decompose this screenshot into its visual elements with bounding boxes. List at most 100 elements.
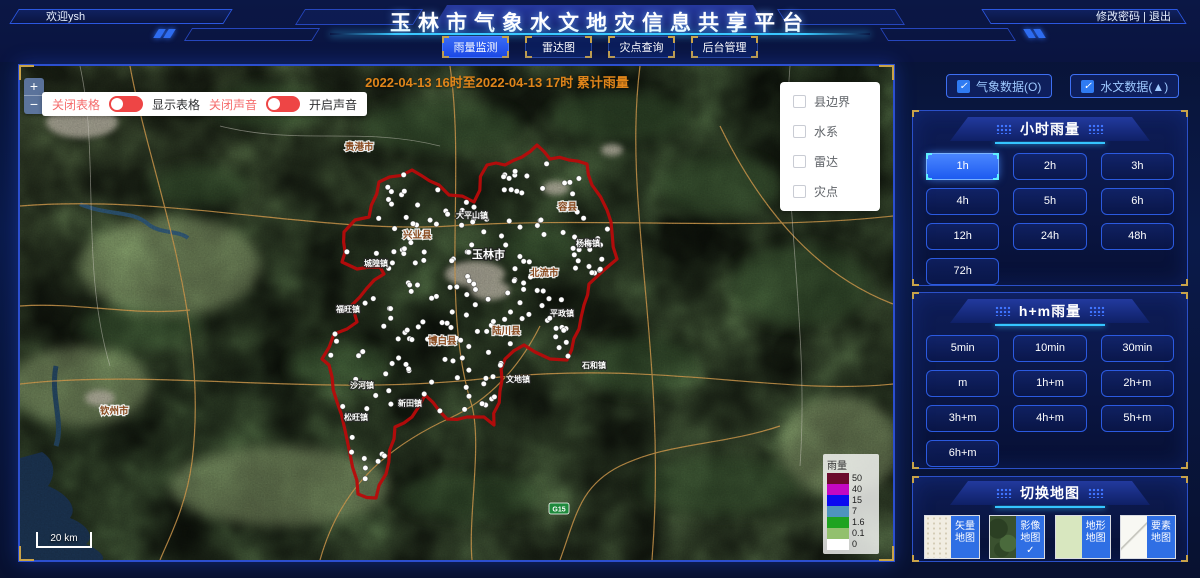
- nav-button[interactable]: 灾点查询: [608, 36, 675, 58]
- rain-station-dot[interactable]: [434, 221, 439, 226]
- rain-station-dot[interactable]: [540, 186, 545, 191]
- rain-station-dot[interactable]: [526, 312, 531, 317]
- rain-station-dot[interactable]: [481, 381, 486, 386]
- rain-station-dot[interactable]: [389, 201, 394, 206]
- rain-station-dot[interactable]: [356, 353, 361, 358]
- rain-station-dot[interactable]: [599, 257, 604, 262]
- hour-button-12h[interactable]: 12h: [926, 223, 999, 250]
- rain-station-dot[interactable]: [437, 408, 442, 413]
- rain-station-dot[interactable]: [567, 180, 572, 185]
- nav-button[interactable]: 雨量监测: [442, 36, 509, 58]
- rain-station-dot[interactable]: [415, 282, 420, 287]
- rain-station-dot[interactable]: [473, 302, 478, 307]
- basemap-option-vector[interactable]: 矢量地图: [925, 516, 979, 558]
- rain-station-dot[interactable]: [512, 278, 517, 283]
- rain-station-dot[interactable]: [462, 407, 467, 412]
- rain-station-dot[interactable]: [382, 453, 387, 458]
- rain-station-dot[interactable]: [349, 449, 354, 454]
- rain-station-dot[interactable]: [521, 280, 526, 285]
- rain-station-dot[interactable]: [509, 187, 514, 192]
- hour-button-24h[interactable]: 24h: [1013, 223, 1086, 250]
- rain-station-dot[interactable]: [486, 350, 491, 355]
- rain-station-dot[interactable]: [402, 246, 407, 251]
- nav-button[interactable]: 雷达图: [525, 36, 592, 58]
- rain-station-dot[interactable]: [541, 232, 546, 237]
- rain-station-dot[interactable]: [429, 296, 434, 301]
- rain-station-dot[interactable]: [517, 300, 522, 305]
- rain-station-dot[interactable]: [535, 288, 540, 293]
- hour-button-6h[interactable]: 6h: [1101, 188, 1174, 215]
- rain-station-dot[interactable]: [385, 185, 390, 190]
- rain-station-dot[interactable]: [458, 338, 463, 343]
- rain-station-dot[interactable]: [469, 242, 474, 247]
- rain-station-dot[interactable]: [581, 216, 586, 221]
- rain-station-dot[interactable]: [576, 258, 581, 263]
- rain-station-dot[interactable]: [464, 292, 469, 297]
- rain-station-dot[interactable]: [572, 252, 577, 257]
- zoom-out-button[interactable]: −: [24, 96, 44, 114]
- hm-button-5min[interactable]: 5min: [926, 335, 999, 362]
- rain-station-dot[interactable]: [429, 379, 434, 384]
- hour-button-4h[interactable]: 4h: [926, 188, 999, 215]
- rain-station-dot[interactable]: [553, 334, 558, 339]
- change-password-link[interactable]: 修改密码: [1096, 11, 1140, 23]
- checkbox-checked-icon[interactable]: ✓: [1081, 80, 1094, 93]
- rain-station-dot[interactable]: [396, 336, 401, 341]
- hour-button-3h[interactable]: 3h: [1101, 153, 1174, 180]
- rain-station-dot[interactable]: [449, 258, 454, 263]
- rain-station-dot[interactable]: [546, 296, 551, 301]
- rain-station-dot[interactable]: [527, 259, 532, 264]
- rain-station-dot[interactable]: [391, 249, 396, 254]
- rain-station-dot[interactable]: [503, 242, 508, 247]
- rain-station-dot[interactable]: [508, 309, 513, 314]
- rain-station-dot[interactable]: [505, 290, 510, 295]
- rain-station-dot[interactable]: [444, 321, 449, 326]
- rain-station-dot[interactable]: [454, 284, 459, 289]
- rain-station-dot[interactable]: [535, 223, 540, 228]
- rain-station-dot[interactable]: [514, 189, 519, 194]
- rain-station-dot[interactable]: [390, 260, 395, 265]
- rain-station-dot[interactable]: [538, 217, 543, 222]
- rain-station-dot[interactable]: [586, 264, 591, 269]
- rain-station-dot[interactable]: [541, 288, 546, 293]
- rain-station-dot[interactable]: [373, 393, 378, 398]
- satellite-map-canvas[interactable]: 大平山镇城隍镇杨梅镇福旺镇平政镇文地镇新田镇松旺镇沙河镇石和镇贵港市兴业县容县北…: [20, 66, 893, 560]
- rain-station-dot[interactable]: [466, 250, 471, 255]
- data-source-button[interactable]: ✓水文数据(▲): [1070, 74, 1179, 98]
- rain-station-dot[interactable]: [427, 217, 432, 222]
- rain-station-dot[interactable]: [388, 401, 393, 406]
- rain-station-dot[interactable]: [401, 251, 406, 256]
- hm-button-1hpm[interactable]: 1h+m: [1013, 370, 1086, 397]
- rain-station-dot[interactable]: [383, 371, 388, 376]
- rain-station-dot[interactable]: [589, 270, 594, 275]
- rain-station-dot[interactable]: [328, 353, 333, 358]
- rain-station-dot[interactable]: [479, 401, 484, 406]
- rain-station-dot[interactable]: [340, 404, 345, 409]
- rain-station-dot[interactable]: [388, 306, 393, 311]
- checkbox-unchecked-icon[interactable]: [793, 185, 806, 198]
- hm-button-2hpm[interactable]: 2h+m: [1101, 370, 1174, 397]
- rain-station-dot[interactable]: [410, 221, 415, 226]
- rain-station-dot[interactable]: [445, 212, 450, 217]
- rain-station-dot[interactable]: [381, 324, 386, 329]
- rain-station-dot[interactable]: [362, 300, 367, 305]
- rain-station-dot[interactable]: [439, 320, 444, 325]
- rain-station-dot[interactable]: [407, 282, 412, 287]
- rain-station-dot[interactable]: [562, 180, 567, 185]
- layer-option[interactable]: 县边界: [793, 93, 867, 110]
- rain-station-dot[interactable]: [517, 254, 522, 259]
- rain-station-dot[interactable]: [442, 357, 447, 362]
- hm-button-30min[interactable]: 30min: [1101, 335, 1174, 362]
- rain-station-dot[interactable]: [512, 266, 517, 271]
- rain-station-dot[interactable]: [450, 309, 455, 314]
- rain-station-dot[interactable]: [413, 260, 418, 265]
- rain-station-dot[interactable]: [507, 218, 512, 223]
- checkbox-unchecked-icon[interactable]: [793, 95, 806, 108]
- rain-station-dot[interactable]: [491, 319, 496, 324]
- toggle-switch[interactable]: [266, 96, 300, 112]
- hour-button-1h[interactable]: 1h: [926, 153, 999, 180]
- checkbox-checked-icon[interactable]: ✓: [957, 80, 970, 93]
- rain-station-dot[interactable]: [484, 329, 489, 334]
- hm-button-4hpm[interactable]: 4h+m: [1013, 405, 1086, 432]
- basemap-option-terrain[interactable]: 地形地图: [1056, 516, 1110, 558]
